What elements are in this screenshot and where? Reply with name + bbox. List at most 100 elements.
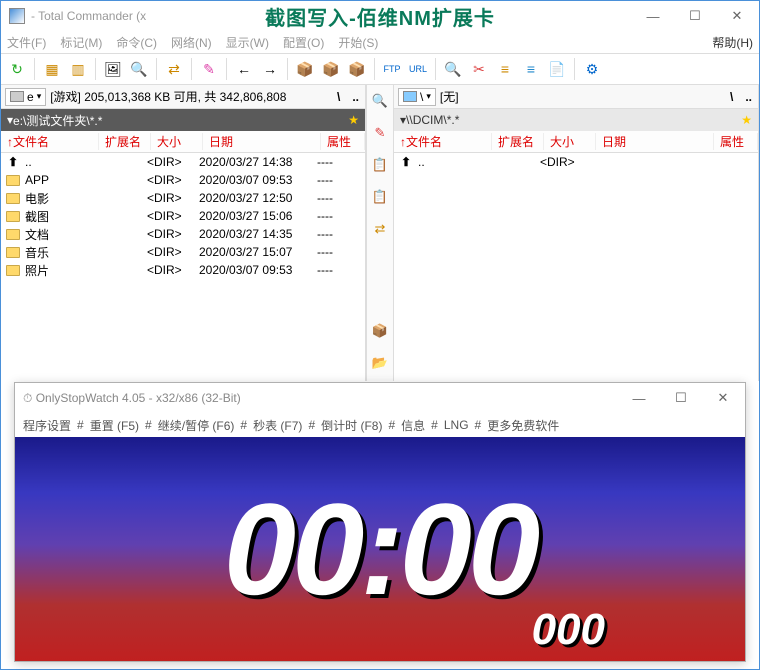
- notepad-icon[interactable]: 📄: [545, 57, 569, 81]
- favorite-icon[interactable]: ★: [348, 113, 359, 127]
- minimize-button[interactable]: ―: [639, 6, 667, 26]
- file-row[interactable]: ⬆..<DIR>2020/03/27 14:38----: [1, 153, 365, 171]
- osw-menu-more[interactable]: 更多免费软件: [487, 417, 559, 434]
- view-full-icon[interactable]: ▥: [66, 57, 90, 81]
- menu-config[interactable]: 配置(O): [283, 34, 324, 51]
- left-up-button[interactable]: ..: [346, 90, 365, 104]
- file-row[interactable]: 音乐<DIR>2020/03/27 15:07----: [1, 243, 365, 261]
- osw-menu-stopwatch[interactable]: 秒表 (F7): [253, 417, 302, 434]
- mid-pack-icon[interactable]: 📦: [370, 321, 390, 341]
- col-date[interactable]: 日期: [596, 133, 714, 150]
- col-ext[interactable]: 扩展名: [99, 133, 151, 150]
- mid-move-icon[interactable]: 📋: [370, 187, 390, 207]
- menu-file[interactable]: 文件(F): [7, 34, 46, 51]
- osw-menu-lng[interactable]: LNG: [444, 418, 469, 432]
- minimize-button[interactable]: ―: [625, 388, 653, 408]
- swap-icon[interactable]: ⇄: [162, 57, 186, 81]
- close-button[interactable]: ✕: [723, 6, 751, 26]
- menu-show[interactable]: 显示(W): [226, 34, 269, 51]
- osw-menu-settings[interactable]: 程序设置: [23, 417, 71, 434]
- right-path[interactable]: ▾\\DCIM\*.* ★: [394, 109, 758, 131]
- cell-date: 2020/03/07 09:53: [199, 173, 317, 187]
- col-attr[interactable]: 属性: [321, 133, 365, 150]
- right-file-list[interactable]: ⬆..<DIR>: [394, 153, 758, 381]
- file-row[interactable]: 文档<DIR>2020/03/27 14:35----: [1, 225, 365, 243]
- osw-menu-info[interactable]: 信息: [401, 417, 425, 434]
- folder-icon: [6, 175, 20, 186]
- osw-title-text: OnlyStopWatch 4.05 - x32/x86 (32-Bit): [36, 391, 241, 405]
- col-ext[interactable]: 扩展名: [492, 133, 544, 150]
- test-archive-icon[interactable]: 📦: [345, 57, 369, 81]
- osw-menu-pause[interactable]: 继续/暂停 (F6): [158, 417, 235, 434]
- favorite-icon[interactable]: ★: [741, 113, 752, 127]
- maximize-button[interactable]: ☐: [667, 388, 695, 408]
- search-icon[interactable]: 🔍: [441, 57, 465, 81]
- file-row[interactable]: ⬆..<DIR>: [394, 153, 758, 171]
- forward-icon[interactable]: →: [258, 57, 282, 81]
- settings-icon[interactable]: ⚙: [580, 57, 604, 81]
- left-path[interactable]: ▾e:\测试文件夹\*.* ★: [1, 109, 365, 131]
- menu-help[interactable]: 帮助(H): [712, 34, 753, 51]
- tree-icon[interactable]: 🔍: [127, 57, 151, 81]
- menu-net[interactable]: 网络(N): [171, 34, 212, 51]
- file-row[interactable]: 电影<DIR>2020/03/27 12:50----: [1, 189, 365, 207]
- chevron-down-icon: ▾: [426, 91, 431, 102]
- parent-dir-icon: ⬆: [401, 155, 411, 169]
- right-root-button[interactable]: \: [724, 90, 739, 104]
- col-name[interactable]: ↑文件名: [394, 133, 492, 150]
- cell-size: <DIR>: [147, 155, 199, 169]
- folder-icon: [6, 247, 20, 258]
- overlay-caption: 截图写入-佰维NM扩展卡: [265, 2, 495, 31]
- edit-icon[interactable]: ✎: [197, 57, 221, 81]
- close-button[interactable]: ✕: [709, 388, 737, 408]
- pack-icon[interactable]: 📦: [293, 57, 317, 81]
- col-size[interactable]: 大小: [544, 133, 596, 150]
- onlystopwatch-window[interactable]: ⏱ OnlyStopWatch 4.05 - x32/x86 (32-Bit) …: [14, 382, 746, 662]
- mid-view-icon[interactable]: 🔍: [370, 91, 390, 111]
- sync-icon[interactable]: ≡: [493, 57, 517, 81]
- left-root-button[interactable]: \: [331, 90, 346, 104]
- osw-menu-countdown[interactable]: 倒计时 (F8): [321, 417, 382, 434]
- col-date[interactable]: 日期: [203, 133, 321, 150]
- cell-size: <DIR>: [147, 173, 199, 187]
- menu-mark[interactable]: 标记(M): [60, 34, 102, 51]
- refresh-icon[interactable]: ↻: [5, 57, 29, 81]
- folder-icon: [6, 193, 20, 204]
- cell-name: 截图: [25, 208, 95, 225]
- view-brief-icon[interactable]: ▦: [40, 57, 64, 81]
- cell-attr: ----: [317, 209, 361, 223]
- menu-start[interactable]: 开始(S): [338, 34, 378, 51]
- menu-command[interactable]: 命令(C): [116, 34, 157, 51]
- cell-attr: ----: [317, 263, 361, 277]
- osw-milliseconds: 000: [532, 605, 605, 655]
- mid-newfolder-icon[interactable]: 📂: [370, 353, 390, 373]
- right-up-button[interactable]: ..: [739, 90, 758, 104]
- file-row[interactable]: 截图<DIR>2020/03/27 15:06----: [1, 207, 365, 225]
- osw-window-controls: ― ☐ ✕: [625, 388, 737, 408]
- back-icon[interactable]: ←: [232, 57, 256, 81]
- file-row[interactable]: APP<DIR>2020/03/07 09:53----: [1, 171, 365, 189]
- osw-menu-reset[interactable]: 重置 (F5): [90, 417, 139, 434]
- left-file-list[interactable]: ⬆..<DIR>2020/03/27 14:38----APP<DIR>2020…: [1, 153, 365, 381]
- mid-copy-icon[interactable]: 📋: [370, 155, 390, 175]
- compare-icon[interactable]: ≡: [519, 57, 543, 81]
- mid-swap-icon[interactable]: ⇄: [370, 219, 390, 239]
- right-panel: \ ▾ [无] \ .. ▾\\DCIM\*.* ★ ↑文件名 扩展名 大小 日…: [394, 85, 759, 381]
- col-size[interactable]: 大小: [151, 133, 203, 150]
- left-drive-selector[interactable]: e ▾: [5, 88, 46, 106]
- rename-icon[interactable]: ✂: [467, 57, 491, 81]
- titlebar[interactable]: - Total Commander (x 截图写入-佰维NM扩展卡 ― ☐ ✕: [1, 1, 759, 31]
- view-thumb-icon[interactable]: 🖼: [101, 57, 125, 81]
- ftp-icon[interactable]: FTP: [380, 57, 404, 81]
- right-drive-selector[interactable]: \ ▾: [398, 88, 436, 106]
- window-title: - Total Commander (x: [31, 9, 146, 23]
- file-row[interactable]: 照片<DIR>2020/03/07 09:53----: [1, 261, 365, 279]
- url-icon[interactable]: URL: [406, 57, 430, 81]
- osw-titlebar[interactable]: ⏱ OnlyStopWatch 4.05 - x32/x86 (32-Bit) …: [15, 383, 745, 413]
- mid-edit-icon[interactable]: ✎: [370, 123, 390, 143]
- osw-time: 00:00: [224, 484, 537, 614]
- col-attr[interactable]: 属性: [714, 133, 758, 150]
- col-name[interactable]: ↑文件名: [1, 133, 99, 150]
- unpack-icon[interactable]: 📦: [319, 57, 343, 81]
- maximize-button[interactable]: ☐: [681, 6, 709, 26]
